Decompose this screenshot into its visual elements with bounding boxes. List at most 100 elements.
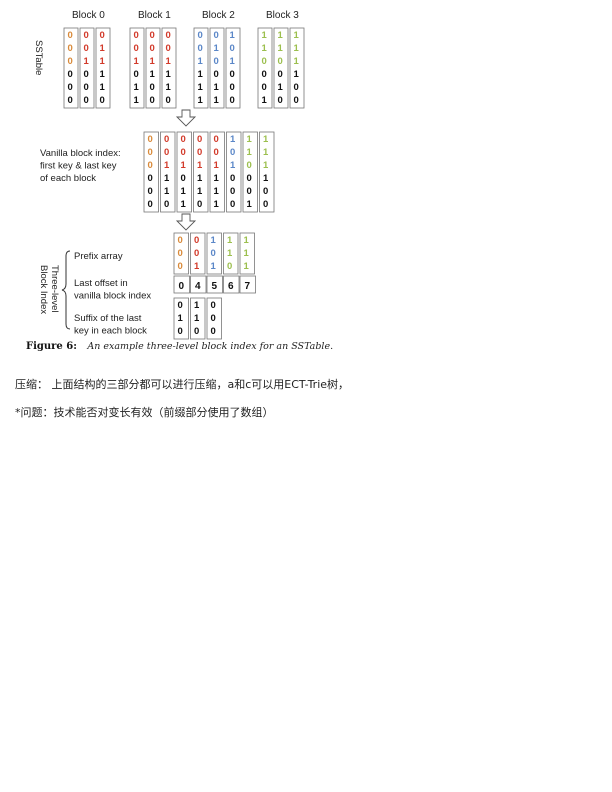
- vanilla-key-column: 1 1 1 1 0 0: [259, 131, 275, 213]
- key-digit: 0: [84, 69, 89, 80]
- prefix-digit: 0: [227, 261, 232, 272]
- key-digit: 0: [278, 69, 283, 80]
- key-digit: 1: [100, 43, 106, 54]
- suffix-digit: 0: [178, 326, 183, 337]
- suffix-digit: 1: [178, 313, 184, 324]
- key-digit: 0: [150, 82, 155, 93]
- key-digit: 1: [181, 160, 187, 171]
- key-digit: 1: [230, 30, 236, 41]
- prefix-digit: 0: [194, 235, 199, 246]
- vanilla-key-column: 0 0 1 1 1 0: [160, 131, 176, 213]
- vanilla-label-line: Vanilla block index:: [40, 148, 121, 159]
- prefix-digit: 1: [211, 235, 217, 246]
- key-digit: 0: [247, 160, 252, 171]
- key-digit: 1: [230, 134, 236, 145]
- suffix-array: 010110000: [173, 297, 222, 340]
- key-digit: 0: [262, 82, 267, 93]
- key-digit: 1: [166, 69, 172, 80]
- block-header: Block 3: [266, 10, 299, 21]
- caption-text: An example three-level block index for a…: [86, 341, 333, 352]
- key-digit: 0: [214, 147, 219, 158]
- note-question: *问题：技术能否对变长有效（前缀部分使用了数组）: [15, 406, 274, 419]
- key-digit: 1: [263, 147, 269, 158]
- prefix-digit: 1: [211, 261, 217, 272]
- brace-icon: [61, 250, 71, 330]
- key-digit: 1: [230, 160, 236, 171]
- key-digit: 1: [214, 43, 220, 54]
- key-digit: 0: [68, 56, 73, 67]
- key-digit: 1: [278, 30, 284, 41]
- offset-label: Last offset in vanilla block index: [74, 278, 151, 302]
- key-digit: 0: [164, 199, 169, 210]
- key-digit: 0: [181, 173, 186, 184]
- key-digit: 1: [278, 43, 284, 54]
- key-digit: 0: [278, 56, 283, 67]
- prefix-column: 1 1 0: [223, 232, 239, 275]
- key-digit: 1: [247, 199, 253, 210]
- key-digit: 0: [230, 69, 235, 80]
- key-digit: 0: [294, 95, 299, 106]
- key-digit: 0: [134, 43, 139, 54]
- key-digit: 1: [150, 56, 156, 67]
- offset-array: 04567: [173, 275, 256, 294]
- prefix-digit: 1: [227, 248, 233, 259]
- key-digit: 0: [214, 30, 219, 41]
- key-digit: 0: [150, 43, 155, 54]
- vanilla-block-index: 0000000011100010110011100011111010001100…: [143, 131, 275, 213]
- vanilla-key-column: 0 0 1 1 1 0: [193, 131, 209, 213]
- key-digit: 0: [294, 82, 299, 93]
- key-digit: 1: [166, 56, 172, 67]
- suffix-column: 1 1 0: [190, 297, 206, 340]
- key-digit: 1: [198, 56, 204, 67]
- key-digit: 0: [181, 134, 186, 145]
- key-digit: 1: [214, 160, 220, 171]
- three-level-label: Three-levelBlock Index: [38, 265, 60, 314]
- key-digit: 1: [214, 199, 220, 210]
- key-digit: 1: [164, 186, 170, 197]
- key-digit: 0: [214, 56, 219, 67]
- offset-value: 0: [179, 281, 185, 292]
- key-digit: 0: [230, 173, 235, 184]
- key-digit: 1: [100, 56, 106, 67]
- key-digit: 0: [100, 30, 105, 41]
- key-digit: 1: [198, 69, 204, 80]
- key-digit: 0: [84, 43, 89, 54]
- suffix-digit: 0: [178, 300, 183, 311]
- key-digit: 0: [148, 147, 153, 158]
- key-digit: 0: [148, 173, 153, 184]
- document-page: Block 0 Block 1 Block 2 Block 3 SSTable 000…: [0, 0, 612, 792]
- key-digit: 0: [134, 30, 139, 41]
- key-digit: 0: [84, 82, 89, 93]
- key-digit: 0: [230, 199, 235, 210]
- key-digit: 0: [68, 43, 73, 54]
- block-header: Block 0: [72, 10, 105, 21]
- key-digit: 1: [262, 30, 268, 41]
- down-arrow-icon: [175, 109, 197, 127]
- key-digit: 1: [294, 43, 300, 54]
- key-digit: 1: [214, 95, 220, 106]
- key-digit: 1: [166, 82, 172, 93]
- key-digit: 0: [150, 95, 155, 106]
- suffix-label: Suffix of the last key in each block: [74, 313, 147, 337]
- key-digit: 1: [262, 95, 268, 106]
- suffix-label-line: Suffix of the last: [74, 313, 142, 324]
- prefix-column: 0 0 0: [173, 232, 189, 275]
- offset-value: 4: [195, 281, 201, 292]
- key-digit: 1: [100, 69, 106, 80]
- vanilla-index-label: Vanilla block index: first key & last key…: [40, 148, 121, 184]
- suffix-digit: 1: [194, 300, 200, 311]
- key-digit: 0: [181, 147, 186, 158]
- key-digit: 0: [68, 69, 73, 80]
- block-headers: Block 0 Block 1 Block 2 Block 3: [72, 10, 299, 21]
- block-header: Block 1: [138, 10, 171, 21]
- prefix-digit: 1: [244, 248, 250, 259]
- key-digit: 0: [166, 43, 171, 54]
- key-digit: 0: [166, 30, 171, 41]
- suffix-digit: 0: [194, 326, 199, 337]
- key-digit: 0: [263, 186, 268, 197]
- key-digit: 0: [263, 199, 268, 210]
- key-digit: 0: [197, 199, 202, 210]
- key-digit: 1: [247, 134, 253, 145]
- key-digit: 0: [247, 186, 252, 197]
- key-digit: 0: [68, 30, 73, 41]
